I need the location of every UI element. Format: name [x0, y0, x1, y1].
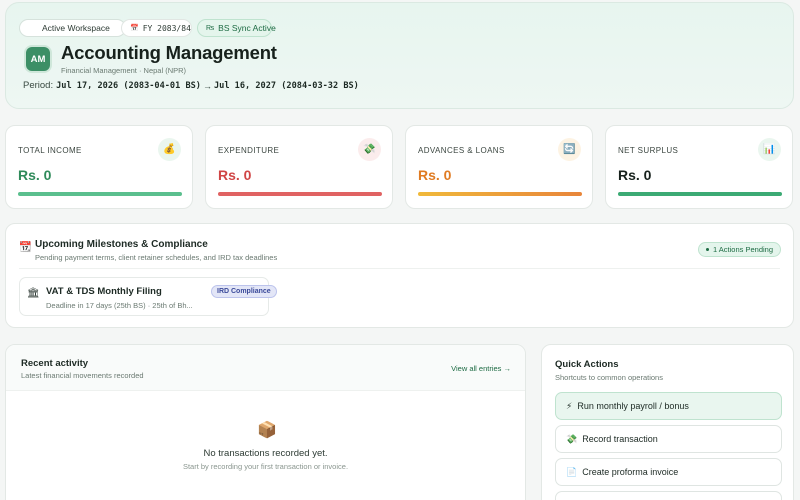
money-wings-icon: 💸 — [566, 433, 578, 444]
pending-actions-label: 1 Actions Pending — [712, 245, 773, 254]
document-icon: 📄 — [566, 466, 578, 477]
summary-card-bar — [218, 192, 382, 196]
quick-actions-panel: Quick Actions Shortcuts to common operat… — [541, 344, 794, 500]
summary-card-value: Rs. 0 — [418, 167, 452, 183]
summary-card-bar — [618, 192, 782, 196]
status-dot-icon — [28, 24, 35, 32]
empty-state-subtitle: Start by recording your first transactio… — [182, 462, 349, 471]
money-bag-icon: 💰 — [158, 138, 181, 161]
rupee-icon: ₨ — [206, 24, 215, 32]
summary-card-label: ADVANCES & LOANS — [418, 146, 505, 155]
summary-card-label: NET SURPLUS — [618, 146, 679, 155]
money-wings-icon: 💸 — [358, 138, 381, 161]
summary-card-bar — [18, 192, 182, 196]
summary-card-net-surplus[interactable]: NET SURPLUS 📊 Rs. 0 — [605, 125, 793, 209]
summary-card-advances[interactable]: ADVANCES & LOANS 🔄 Rs. 0 — [405, 125, 593, 209]
workspace-badge-label: Active Workspace — [42, 23, 110, 33]
summary-card-bar — [418, 192, 582, 196]
create-proforma-invoice-label: Create proforma invoice — [582, 467, 679, 477]
summary-card-value: Rs. 0 — [18, 167, 52, 183]
fiscal-year-badge: 📅 FY 2083/84 — [121, 19, 192, 37]
milestone-item[interactable]: 🏛 VAT & TDS Monthly Filing Deadline in 1… — [19, 277, 277, 316]
record-transaction-button[interactable]: 💸 Record transaction — [555, 425, 782, 453]
milestone-title: VAT & TDS Monthly Filing — [46, 286, 162, 297]
summary-card-expenditure[interactable]: EXPENDITURE 💸 Rs. 0 — [205, 125, 393, 209]
avatar: AM — [26, 47, 50, 71]
calendar-icon: 📆 — [19, 242, 32, 253]
milestones-panel: 📆 Upcoming Milestones & Compliance Pendi… — [5, 223, 794, 328]
summary-card-value: Rs. 0 — [618, 167, 652, 183]
create-proforma-invoice-button[interactable]: 📄 Create proforma invoice — [555, 458, 782, 486]
period-label: Period: — [23, 80, 54, 91]
divider — [19, 268, 780, 269]
milestones-title: Upcoming Milestones & Compliance — [35, 239, 208, 250]
quick-actions-subtitle: Shortcuts to common operations — [555, 373, 663, 382]
summary-card-value: Rs. 0 — [218, 167, 252, 183]
pending-actions-badge: 1 Actions Pending — [697, 242, 781, 257]
summary-card-income[interactable]: TOTAL INCOME 💰 Rs. 0 — [5, 125, 193, 209]
quick-action-button[interactable] — [555, 491, 782, 500]
fiscal-year-label: FY 2083/84 — [142, 23, 191, 33]
milestone-tag: IRD Compliance — [211, 285, 277, 298]
empty-state-title: No transactions recorded yet. — [203, 448, 328, 459]
recent-activity-subtitle: Latest financial movements recorded — [21, 371, 144, 380]
run-payroll-button[interactable]: ⚡ Run monthly payroll / bonus — [555, 392, 782, 420]
refresh-icon: 🔄 — [558, 138, 581, 161]
calendar-icon: 📅 — [130, 24, 139, 32]
run-payroll-label: Run monthly payroll / bonus — [577, 401, 689, 411]
bar-chart-icon: 📊 — [758, 138, 781, 161]
milestone-detail: Deadline in 17 days (25th BS) · 25th of … — [46, 301, 193, 310]
recent-activity-panel: Recent activity Latest financial movemen… — [5, 344, 526, 500]
empty-box-icon: 📦 — [257, 422, 277, 439]
lightning-icon: ⚡ — [566, 400, 573, 411]
view-all-entries-link[interactable]: View all entries → — [451, 364, 511, 373]
quick-actions-title: Quick Actions — [555, 359, 619, 370]
milestones-subtitle: Pending payment terms, client retainer s… — [35, 253, 278, 262]
period-start: Jul 17, 2026 (2083-04-01 BS) — [56, 80, 201, 91]
bank-icon: 🏛 — [27, 288, 40, 299]
page-subtitle: Financial Management · Nepal (NPR) — [61, 66, 187, 75]
recent-activity-title: Recent activity — [21, 358, 89, 369]
sync-badge-label: BS Sync Active — [218, 23, 276, 33]
record-transaction-label: Record transaction — [582, 434, 658, 444]
summary-card-label: TOTAL INCOME — [18, 146, 82, 155]
workspace-badge: Active Workspace — [19, 19, 126, 37]
arrow-right-icon: → — [202, 80, 212, 91]
period-end: Jul 16, 2027 (2084-03-32 BS) — [213, 80, 359, 91]
fiscal-period: Period: Jul 17, 2026 (2083-04-01 BS) → J… — [23, 80, 359, 91]
sync-badge: ₨ BS Sync Active — [197, 19, 276, 37]
page-title: Accounting Management — [61, 42, 277, 63]
summary-card-label: EXPENDITURE — [218, 146, 280, 155]
status-dot-icon — [705, 248, 709, 251]
